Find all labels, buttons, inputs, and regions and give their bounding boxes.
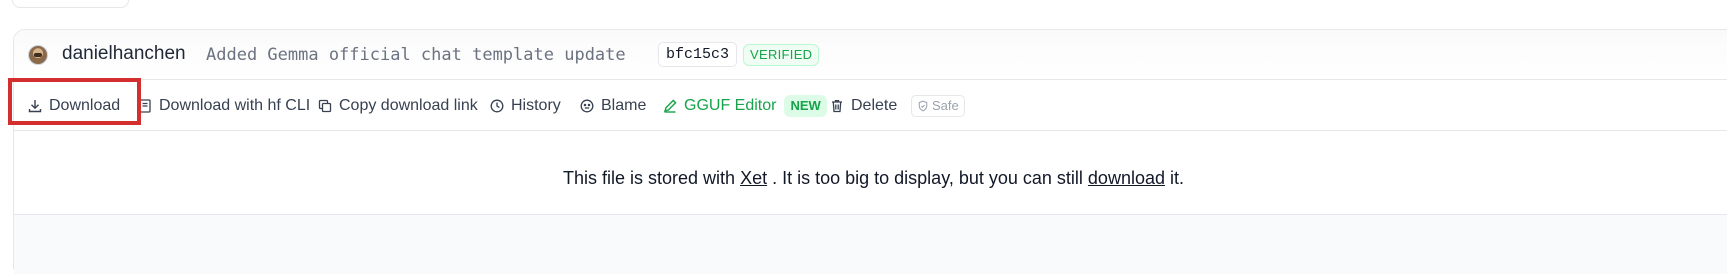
gguf-editor-button[interactable]: GGUF Editor NEW — [662, 80, 827, 131]
file-panel: danielhanchen Added Gemma official chat … — [13, 29, 1727, 274]
safe-status: Safe — [911, 80, 965, 131]
commit-sha[interactable]: bfc15c3 — [658, 42, 738, 67]
download-cli-button[interactable]: Download with hf CLI — [137, 80, 310, 131]
commit-bar: danielhanchen Added Gemma official chat … — [14, 30, 1727, 80]
safe-label: Safe — [932, 98, 959, 113]
message-part-1: This file is stored with — [563, 168, 741, 188]
history-button[interactable]: History — [489, 80, 561, 131]
terminal-icon — [139, 98, 151, 113]
download-label: Download — [49, 96, 121, 114]
history-label: History — [511, 96, 561, 114]
download-icon — [28, 99, 42, 112]
smiley-icon — [580, 99, 594, 112]
blame-label: Blame — [601, 96, 647, 114]
download-cli-label: Download with hf CLI — [159, 96, 311, 114]
file-too-big-message: This file is stored with Xet . It is too… — [14, 131, 1727, 226]
gguf-editor-label: GGUF Editor — [684, 96, 777, 114]
delete-label: Delete — [851, 96, 898, 114]
message-part-3: it. — [1164, 168, 1184, 188]
trash-icon — [832, 99, 842, 112]
file-toolbar: Download Download with hf CLI Copy downl… — [14, 80, 1727, 131]
new-badge: NEW — [784, 94, 827, 117]
delete-button[interactable]: Delete — [829, 80, 897, 131]
xet-link[interactable]: Xet — [740, 168, 767, 188]
clock-icon — [490, 99, 504, 112]
verified-badge: VERIFIED — [743, 44, 820, 66]
copy-download-link-button[interactable]: Copy download link — [317, 80, 478, 131]
author-avatar[interactable] — [28, 45, 48, 65]
blame-button[interactable]: Blame — [579, 80, 646, 131]
copy-link-label: Copy download link — [339, 96, 478, 114]
safe-badge: Safe — [911, 94, 965, 117]
pencil-icon — [663, 98, 677, 113]
shield-icon — [918, 100, 928, 111]
download-button[interactable]: Download — [27, 80, 120, 131]
panel-footer — [14, 214, 1727, 274]
previous-element-pill — [12, 0, 129, 8]
message-part-2: . It is too big to display, but you can … — [767, 168, 1088, 188]
copy-icon — [318, 99, 332, 112]
download-link[interactable]: download — [1088, 168, 1165, 188]
commit-author[interactable]: danielhanchen — [62, 43, 186, 65]
commit-message[interactable]: Added Gemma official chat template updat… — [206, 45, 626, 65]
